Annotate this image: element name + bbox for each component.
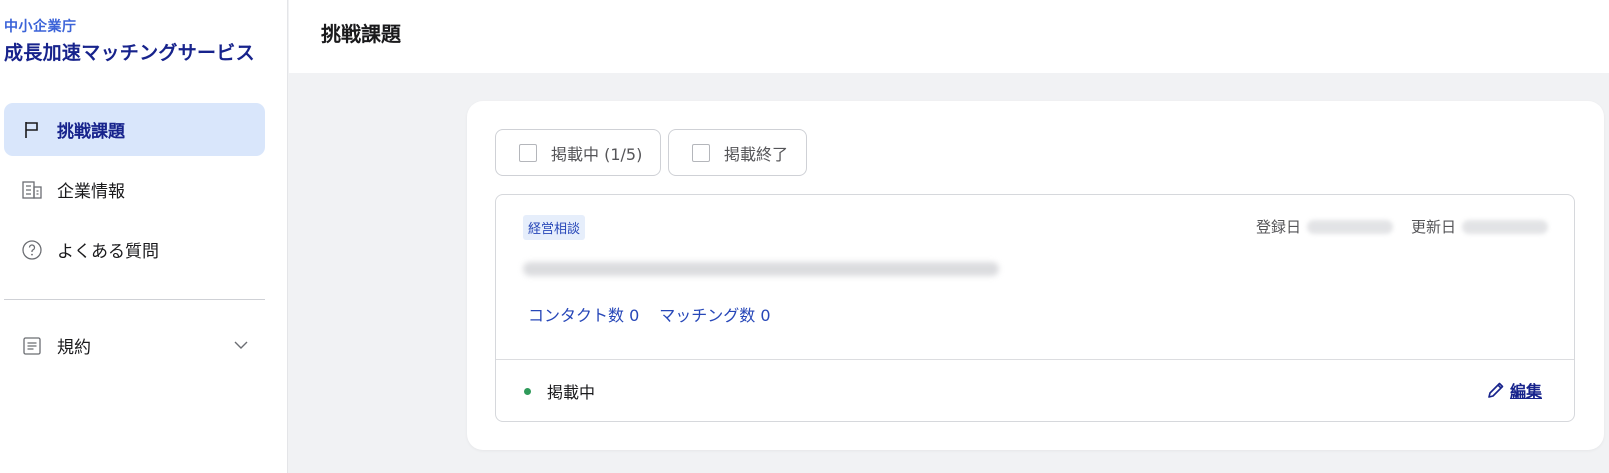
checkbox-box[interactable] bbox=[692, 143, 710, 162]
matching-count: マッチング数 0 bbox=[659, 306, 771, 325]
sidebar-item-company-info[interactable]: 企業情報 bbox=[4, 163, 265, 216]
registered-date-value-redacted bbox=[1306, 219, 1393, 234]
status-indicator: 掲載中 bbox=[524, 379, 595, 403]
challenges-panel: 掲載中 (1/5) 掲載終了 経営相談 登録日 更新日 コンタクト数 0 マッチ… bbox=[467, 101, 1604, 450]
sidebar-item-label: よくある質問 bbox=[57, 242, 159, 262]
card-dates: 登録日 更新日 bbox=[1256, 216, 1548, 237]
edit-label: 編集 bbox=[1509, 382, 1542, 401]
sidebar-divider bbox=[4, 299, 265, 300]
top-bar: 挑戦課題 bbox=[289, 0, 1609, 73]
sidebar-item-terms[interactable]: 規約 bbox=[4, 319, 265, 372]
filter-label: 掲載中 (1/5) bbox=[551, 144, 643, 164]
status-dot-icon bbox=[524, 387, 531, 395]
card-divider bbox=[496, 359, 1574, 360]
filter-published-checkbox[interactable]: 掲載中 (1/5) bbox=[495, 129, 662, 176]
registered-date-label: 登録日 bbox=[1255, 218, 1301, 236]
filter-label: 掲載終了 bbox=[724, 144, 789, 164]
flag-icon bbox=[21, 119, 43, 141]
challenge-card[interactable]: 経営相談 登録日 更新日 コンタクト数 0 マッチング数 0 掲載中 編集 bbox=[495, 194, 1575, 422]
category-tag: 経営相談 bbox=[523, 215, 586, 240]
document-list-icon bbox=[21, 335, 43, 357]
page-title: 挑戦課題 bbox=[321, 22, 401, 46]
updated-date-value-redacted bbox=[1462, 219, 1548, 234]
status-label: 掲載中 bbox=[547, 383, 596, 402]
sidebar: 中小企業庁 成長加速マッチングサービス 挑戦課題 企業情報 よくある質問 規約 bbox=[0, 0, 288, 473]
sidebar-item-label: 規約 bbox=[57, 338, 91, 358]
pencil-icon bbox=[1486, 380, 1506, 400]
brand-org: 中小企業庁 bbox=[4, 19, 77, 35]
card-stats: コンタクト数 0 マッチング数 0 bbox=[528, 302, 791, 326]
brand-service-name[interactable]: 成長加速マッチングサービス bbox=[4, 38, 255, 65]
challenge-description-redacted bbox=[523, 262, 999, 276]
building-icon bbox=[21, 179, 43, 201]
sidebar-item-faq[interactable]: よくある質問 bbox=[4, 223, 265, 276]
question-circle-icon bbox=[21, 239, 43, 261]
checkbox-box[interactable] bbox=[519, 143, 537, 162]
contact-count: コンタクト数 0 bbox=[528, 306, 640, 325]
sidebar-item-label: 企業情報 bbox=[57, 182, 125, 202]
filter-ended-checkbox[interactable]: 掲載終了 bbox=[668, 129, 808, 176]
sidebar-item-challenges[interactable]: 挑戦課題 bbox=[4, 103, 265, 156]
edit-button[interactable]: 編集 bbox=[1486, 378, 1542, 402]
sidebar-item-label: 挑戦課題 bbox=[57, 122, 125, 142]
chevron-down-icon[interactable] bbox=[231, 335, 251, 355]
updated-date-label: 更新日 bbox=[1410, 218, 1456, 236]
